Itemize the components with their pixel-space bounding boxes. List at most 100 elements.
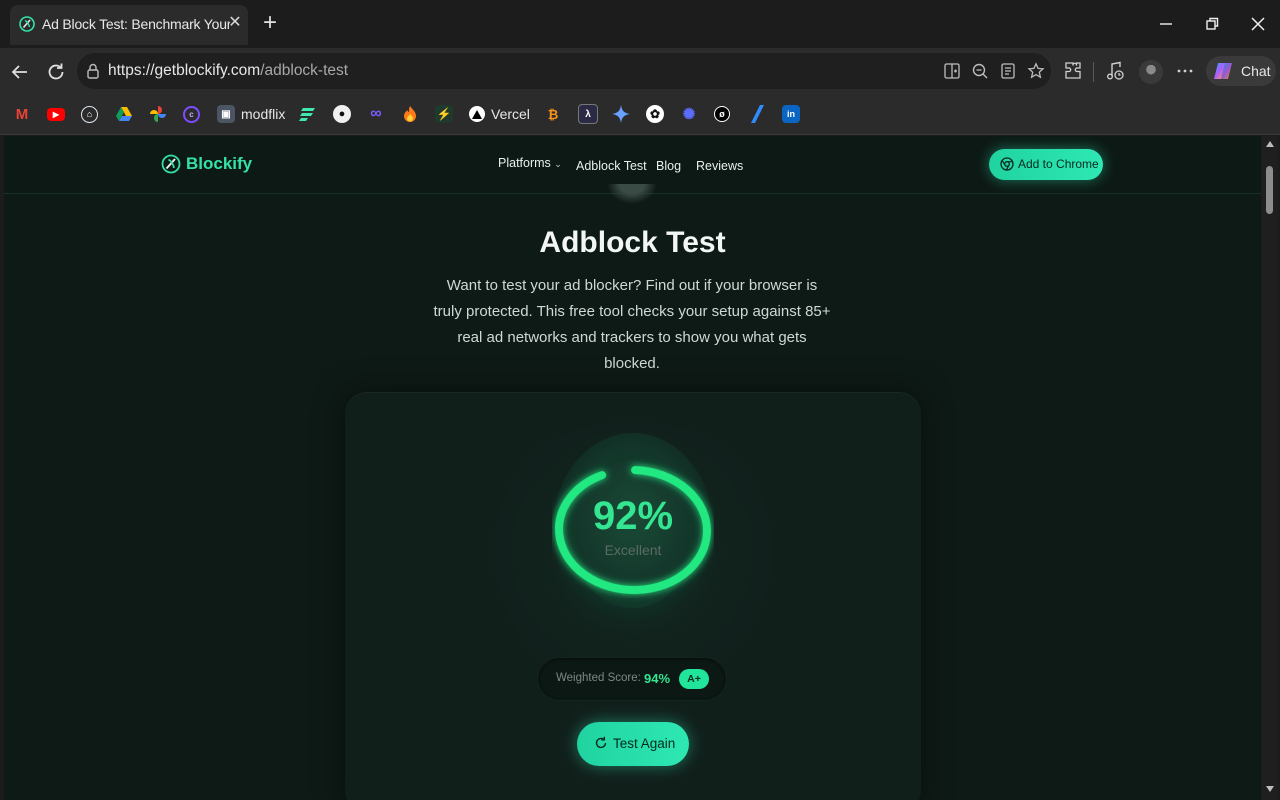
reload-icon[interactable] [44,60,68,84]
close-window-icon[interactable] [1246,12,1270,36]
google-drive-icon [115,105,133,123]
bookmark-vercel[interactable]: Vercel [469,104,530,124]
web-page: Blockify Platforms ⌄ Adblock Test Blog R… [4,136,1261,800]
add-to-chrome-button[interactable]: Add to Chrome [989,149,1103,180]
openai-icon: ✿ [646,105,664,123]
nav-reviews[interactable]: Reviews [696,159,743,173]
bolt-icon: ⚡ [435,105,453,123]
bookmark-openai[interactable]: ✿ [646,104,664,124]
lock-icon[interactable] [85,62,101,80]
test-again-label: Test Again [613,736,676,751]
add-to-chrome-label: Add to Chrome [1018,157,1099,171]
bookmark-infinity[interactable]: ∞ [367,104,385,124]
brand-logo[interactable]: Blockify [161,154,252,174]
gmail-icon: M [15,105,29,123]
bookmark-null[interactable]: ø [714,104,730,124]
refresh-icon [595,736,607,749]
url-host: https://getblockify.com [108,62,261,79]
bookmark-bolt[interactable]: ⚡ [435,104,453,124]
bookmark-fire[interactable] [401,104,419,124]
tab-close-icon[interactable]: ✕ [226,14,244,32]
new-tab-icon[interactable]: + [258,11,282,36]
vercel-icon [469,106,485,122]
toolbar-divider [1093,62,1094,82]
null-icon: ø [714,106,730,122]
extensions-icon[interactable] [1062,60,1084,82]
browser-titlebar: Ad Block Test: Benchmark Your Ad ✕ + [0,0,1280,48]
address-bar[interactable]: https://getblockify.com/adblock-test [77,53,1051,89]
nav-indicator-glow [607,184,657,204]
pinwheel-icon [149,105,167,123]
linkedin-icon: in [782,105,800,123]
youtube-icon: ▶ [47,107,65,121]
nav-platforms[interactable]: Platforms ⌄ [498,156,562,170]
result-card: 92% Excellent Weighted Score: 94% A+ Tes… [345,392,921,800]
split-screen-icon[interactable] [943,62,961,80]
minimize-icon[interactable] [1154,12,1178,36]
slash-icon [748,105,766,123]
purple-app-icon: c [183,105,200,123]
blockify-logo-icon [161,154,181,174]
nav-blog[interactable]: Blog [656,159,681,173]
brand-name: Blockify [186,154,253,173]
grade-badge: A+ [679,669,709,689]
media-control-icon[interactable] [1104,60,1126,82]
gear-swirl-icon: ✺ [682,106,696,123]
scroll-down-icon[interactable] [1266,786,1274,792]
bookmarks-bar: M ▶ ⌂ c ▣ modflix ● ∞ ⚡ Vercel ₿ λ ✿ ✺ ø … [0,96,1280,135]
modflix-icon: ▣ [217,105,235,123]
bookmark-youtube[interactable]: ▶ [47,104,65,124]
reader-mode-icon[interactable] [999,62,1017,80]
restore-icon[interactable] [1200,12,1224,36]
bookmark-bitcoin[interactable]: ₿ [544,104,562,124]
weighted-score-label: Weighted Score: [556,672,641,684]
scroll-up-icon[interactable] [1266,141,1274,147]
nav-platforms-label: Platforms [498,156,551,170]
bookmark-framer[interactable] [299,104,317,124]
bookmark-drive[interactable] [115,104,133,124]
github-icon: ● [333,105,351,123]
bookmark-sparkle[interactable] [612,104,630,124]
bookmark-purple-app[interactable]: c [183,104,200,124]
bookmark-slash[interactable] [748,104,766,124]
bookmark-label: modflix [241,106,286,122]
bookmark-gear-swirl[interactable]: ✺ [680,104,698,124]
framer-icon [299,105,317,123]
bookmark-pinwheel[interactable] [149,104,167,124]
fire-icon [401,105,419,123]
score-rating: Excellent [604,542,662,558]
bookmark-home[interactable]: ⌂ [81,104,98,124]
back-icon[interactable] [8,60,32,84]
infinity-icon: ∞ [370,105,382,122]
url-path: /adblock-test [260,62,349,79]
chrome-icon [1000,157,1014,171]
weighted-score-value: 94% [644,671,671,686]
url-text[interactable]: https://getblockify.com/adblock-test [108,62,348,80]
page-title: Adblock Test [539,226,726,259]
bookmark-github[interactable]: ● [333,104,351,124]
zoom-icon[interactable] [971,62,989,80]
copilot-chat-button[interactable]: Chat [1206,56,1276,86]
more-menu-icon[interactable] [1174,60,1196,82]
test-again-button[interactable]: Test Again [577,722,689,766]
bookmark-linkedin[interactable]: in [782,104,800,124]
copilot-icon [1214,63,1232,79]
bookmark-lambda[interactable]: λ [578,104,598,124]
chat-label: Chat [1241,63,1271,79]
tab-title: Ad Block Test: Benchmark Your Ad [42,16,230,32]
nav-adblock-test[interactable]: Adblock Test [576,159,647,173]
page-scrollbar[interactable] [1262,136,1278,800]
bookmark-modflix[interactable]: ▣ modflix [217,104,285,124]
scrollbar-thumb[interactable] [1266,166,1273,214]
browser-tab[interactable]: Ad Block Test: Benchmark Your Ad ✕ [10,5,248,45]
page-subtitle: Want to test your ad blocker? Find out i… [433,277,831,372]
chevron-down-icon: ⌄ [554,159,562,169]
bookmark-label: Vercel [491,106,530,122]
profile-avatar[interactable] [1139,60,1163,84]
home-icon: ⌂ [81,105,98,123]
favorite-star-icon[interactable] [1027,62,1045,80]
blockify-favicon-icon [19,16,35,32]
bookmark-gmail[interactable]: M [13,104,31,124]
bitcoin-icon: ₿ [547,106,559,122]
score-percentage: 92% [592,494,674,538]
